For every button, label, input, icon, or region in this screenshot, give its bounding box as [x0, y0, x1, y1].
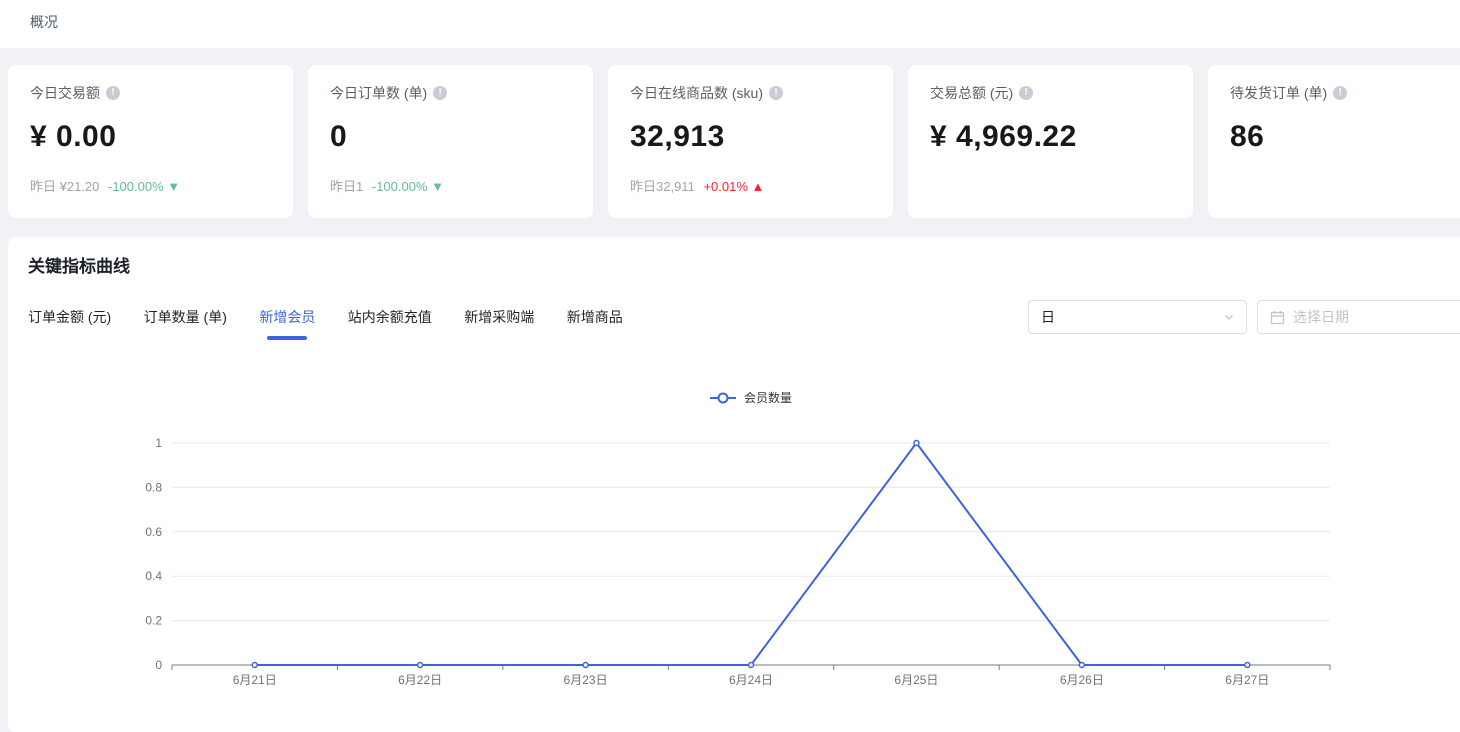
stat-card-total-sales: 交易总额 (元) ! ¥ 4,969.22: [908, 65, 1193, 218]
breadcrumb: 概况: [30, 12, 58, 32]
tab-order-amount[interactable]: 订单金额 (元): [28, 307, 111, 336]
info-icon[interactable]: !: [1333, 86, 1347, 100]
tab-new-purchasers[interactable]: 新增采购端: [464, 307, 534, 336]
chart-legend: 会员数量: [172, 389, 1330, 406]
card-footer-prefix: 昨日32,911: [630, 179, 695, 194]
x-tick-label: 6月23日: [564, 673, 608, 687]
card-footer-prefix: 昨日1: [330, 179, 363, 194]
y-tick-label: 0.8: [145, 480, 162, 494]
stat-card-today-sales: 今日交易额 ! ¥ 0.00 昨日 ¥21.20 -100.00% ▼: [8, 65, 293, 218]
data-point-marker: [583, 663, 588, 668]
stat-card-today-orders: 今日订单数 (单) ! 0 昨日1 -100.00% ▼: [308, 65, 593, 218]
y-tick-label: 0.4: [145, 569, 162, 583]
y-tick-label: 1: [155, 436, 162, 450]
card-value: 86: [1230, 117, 1460, 157]
stat-card-pending-shipments: 待发货订单 (单) ! 86: [1208, 65, 1460, 218]
data-point-marker: [1245, 663, 1250, 668]
topbar: 概况: [0, 0, 1460, 48]
data-point-marker: [914, 441, 919, 446]
x-tick-label: 6月27日: [1225, 673, 1269, 687]
card-footer: 昨日32,911 +0.01% ▲: [630, 178, 871, 196]
x-tick-label: 6月25日: [894, 673, 938, 687]
card-change: -100.00% ▼: [372, 179, 444, 194]
data-point-marker: [418, 663, 423, 668]
data-point-marker: [1079, 663, 1084, 668]
legend-item-members[interactable]: 会员数量: [710, 389, 792, 406]
tab-new-products[interactable]: 新增商品: [567, 307, 623, 336]
y-tick-label: 0.6: [145, 525, 162, 539]
series-line: [255, 443, 1248, 665]
y-tick-label: 0.2: [145, 614, 162, 628]
card-value: ¥ 0.00: [30, 117, 271, 157]
card-footer: 昨日 ¥21.20 -100.00% ▼: [30, 178, 271, 196]
date-picker[interactable]: 选择日期: [1257, 300, 1460, 334]
card-value: 0: [330, 117, 571, 157]
x-tick-label: 6月22日: [398, 673, 442, 687]
card-label: 交易总额 (元): [930, 83, 1013, 103]
data-point-marker: [252, 663, 257, 668]
period-select-value: 日: [1041, 307, 1222, 327]
card-value: ¥ 4,969.22: [930, 117, 1171, 157]
legend-line-marker-icon: [710, 397, 736, 399]
stat-cards-row: 今日交易额 ! ¥ 0.00 昨日 ¥21.20 -100.00% ▼ 今日订单…: [8, 65, 1460, 218]
card-footer-prefix: 昨日 ¥21.20: [30, 179, 99, 194]
chevron-down-icon[interactable]: [1222, 310, 1236, 324]
calendar-icon[interactable]: [1270, 310, 1285, 325]
y-tick-label: 0: [155, 658, 162, 672]
x-tick-label: 6月21日: [233, 673, 277, 687]
info-icon[interactable]: !: [106, 86, 120, 100]
metric-tabs: 订单金额 (元) 订单数量 (单) 新增会员 站内余额充值 新增采购端 新增商品: [28, 307, 651, 336]
card-label: 今日订单数 (单): [330, 83, 427, 103]
info-icon[interactable]: !: [769, 86, 783, 100]
tab-order-count[interactable]: 订单数量 (单): [144, 307, 227, 336]
card-label: 今日交易额: [30, 83, 100, 103]
info-icon[interactable]: !: [433, 86, 447, 100]
key-metrics-panel: 关键指标曲线 订单金额 (元) 订单数量 (单) 新增会员 站内余额充值 新增采…: [8, 237, 1460, 732]
card-change: -100.00% ▼: [108, 179, 180, 194]
date-picker-placeholder: 选择日期: [1293, 307, 1349, 327]
card-label: 待发货订单 (单): [1230, 83, 1327, 103]
info-icon[interactable]: !: [1019, 86, 1033, 100]
x-tick-label: 6月24日: [729, 673, 773, 687]
section-title: 关键指标曲线: [28, 255, 130, 279]
line-chart: 0 0.2 0.4 0.6 0.8 1 6月21日 6月22日 6月23日 6月24日 6月25日 6…: [8, 407, 1460, 702]
data-point-marker: [749, 663, 754, 668]
tab-new-members[interactable]: 新增会员: [259, 307, 315, 336]
card-label: 今日在线商品数 (sku): [630, 83, 763, 103]
period-select[interactable]: 日: [1028, 300, 1247, 334]
legend-label: 会员数量: [744, 389, 792, 406]
card-change: +0.01% ▲: [703, 179, 764, 194]
x-tick-label: 6月26日: [1060, 673, 1104, 687]
stat-card-online-sku: 今日在线商品数 (sku) ! 32,913 昨日32,911 +0.01% ▲: [608, 65, 893, 218]
tab-balance-topup[interactable]: 站内余额充值: [348, 307, 432, 336]
card-footer: 昨日1 -100.00% ▼: [330, 178, 571, 196]
card-value: 32,913: [630, 117, 871, 157]
